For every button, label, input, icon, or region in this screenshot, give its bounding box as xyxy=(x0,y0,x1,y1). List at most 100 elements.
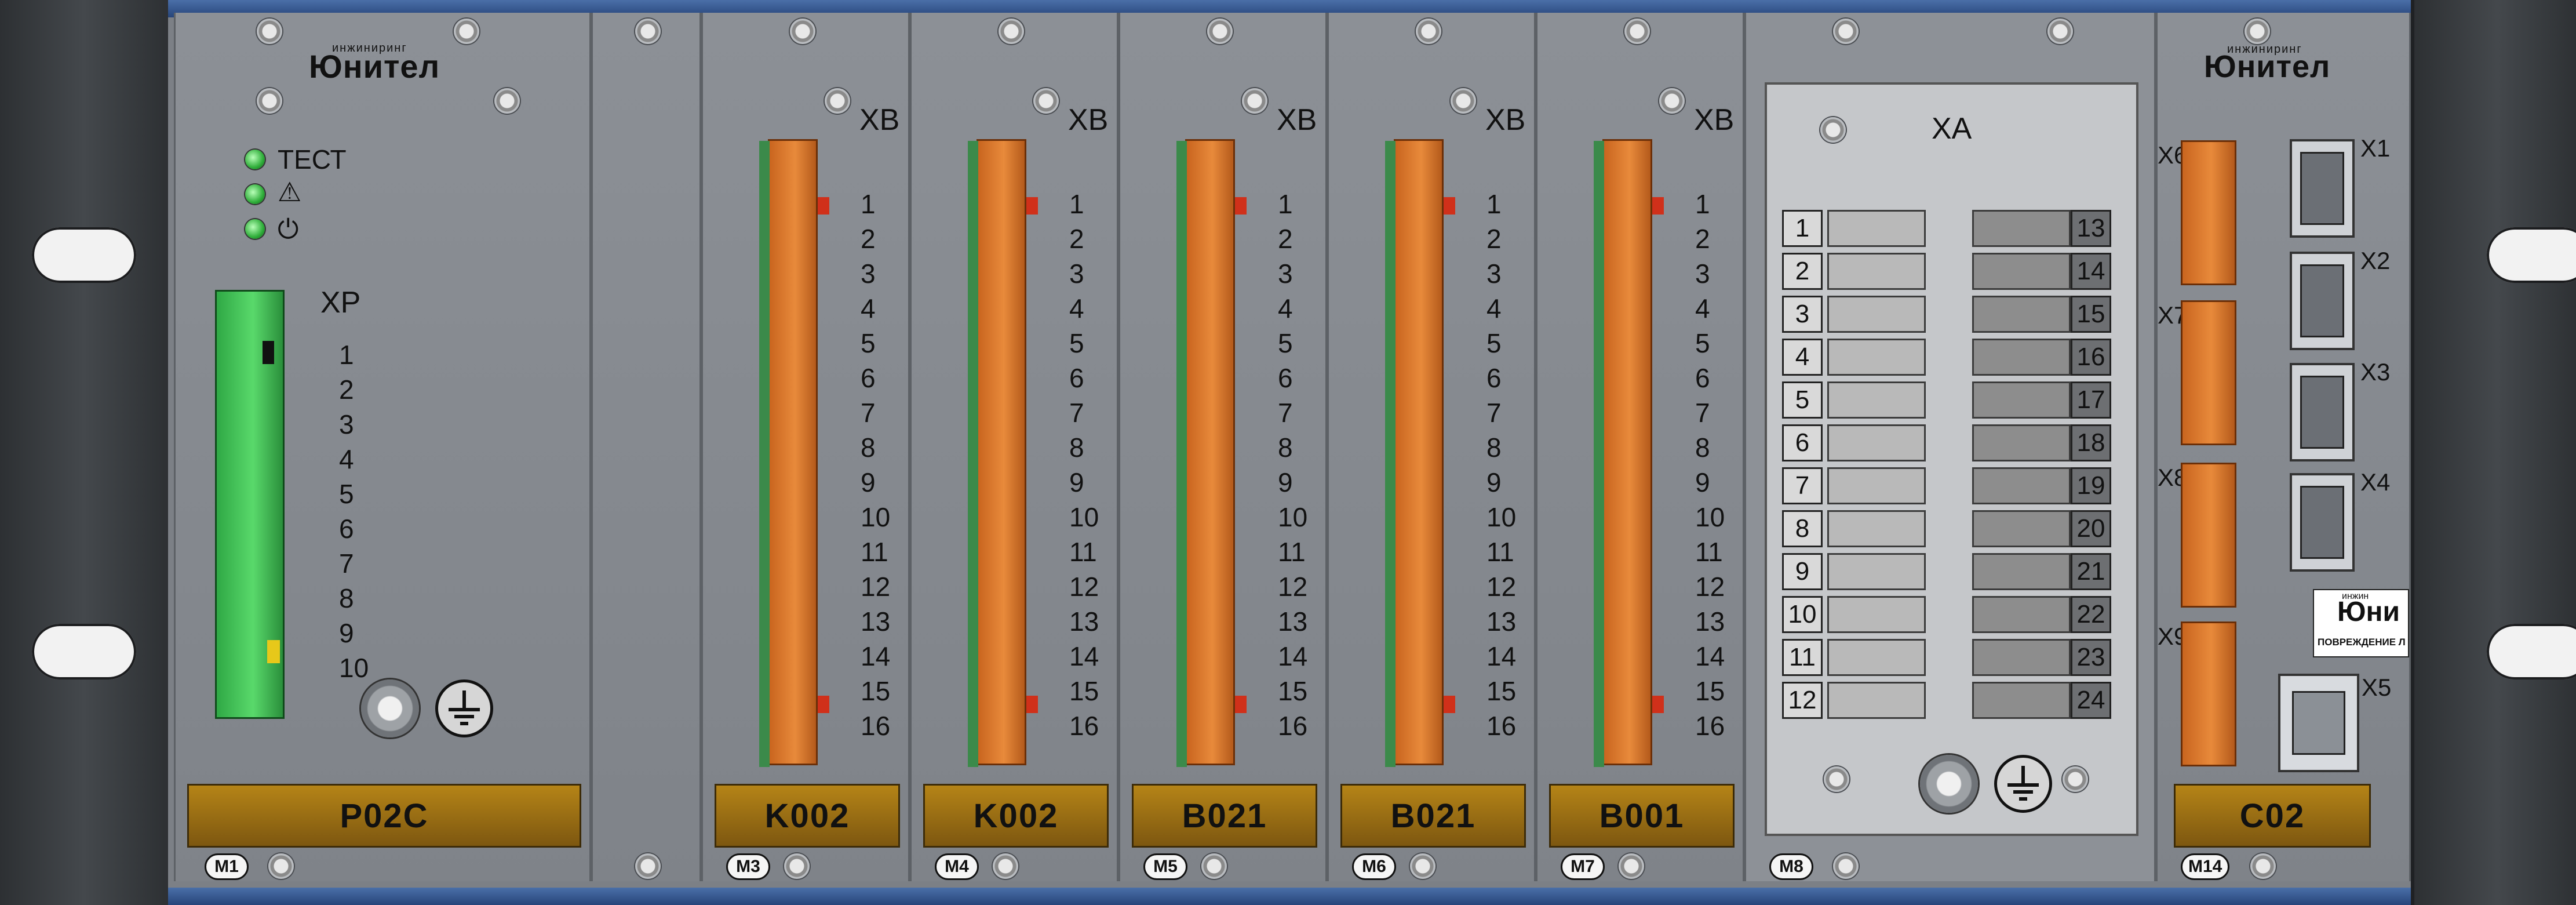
xa-screw-terminal[interactable] xyxy=(1972,553,2071,590)
xa-terminal-number: 4 xyxy=(1782,339,1823,376)
xa-screw-terminal[interactable] xyxy=(1972,253,2071,290)
module-label-m7: B001 xyxy=(1549,784,1735,848)
led-label-test: ТЕСТ xyxy=(278,144,347,175)
screw xyxy=(1201,853,1227,879)
ground-screw[interactable] xyxy=(1920,755,1978,813)
connector-label-xa: XA xyxy=(1932,112,1972,146)
x9-terminal-block[interactable] xyxy=(2181,621,2236,766)
blank-panel xyxy=(591,13,701,881)
xa-screw-terminal[interactable] xyxy=(1827,682,1926,719)
xa-screw-terminal[interactable] xyxy=(1827,424,1926,461)
xa-screw-terminal[interactable] xyxy=(1972,210,2071,247)
module-label-m3: K002 xyxy=(715,784,900,848)
module-label-m1: P02C xyxy=(187,784,581,848)
warning-icon: ⚠ xyxy=(278,177,302,207)
connector-label-xp: XP xyxy=(320,286,361,319)
module-tag-m8: M8 xyxy=(1769,853,1813,880)
xa-screw-terminal[interactable] xyxy=(1972,596,2071,633)
module-m8: XA 1 2 3 4 5 6 7 8 9 10 11 12 13 14 15 1… xyxy=(1744,13,2156,881)
screw xyxy=(1416,19,1441,44)
x6-terminal-block[interactable] xyxy=(2181,140,2236,285)
xa-terminal-number: 11 xyxy=(1782,639,1823,676)
xa-screw-terminal[interactable] xyxy=(1827,639,1926,676)
x8-terminal-block[interactable] xyxy=(2181,463,2236,608)
screw xyxy=(494,88,520,114)
xa-terminal-number: 7 xyxy=(1782,467,1823,504)
xa-screw-terminal[interactable] xyxy=(1827,510,1926,547)
mounting-slot xyxy=(32,624,136,679)
xa-screw-terminal[interactable] xyxy=(1827,553,1926,590)
xb-terminal-block[interactable] xyxy=(1176,139,1235,767)
xa-screw-terminal[interactable] xyxy=(1827,339,1926,376)
terminal-latch xyxy=(1444,696,1455,713)
xa-screw-terminal[interactable] xyxy=(1972,467,2071,504)
ethernet-port-x2[interactable] xyxy=(2290,252,2355,350)
xb-terminal-block[interactable] xyxy=(1385,139,1444,767)
screw xyxy=(1820,117,1846,143)
xa-screw-terminal[interactable] xyxy=(1972,296,2071,333)
screw xyxy=(1033,88,1059,114)
xa-screw-terminal[interactable] xyxy=(1827,596,1926,633)
xa-screw-terminal[interactable] xyxy=(1972,682,2071,719)
xa-terminal-number: 21 xyxy=(2071,553,2111,590)
xa-screw-terminal[interactable] xyxy=(1827,296,1926,333)
module-tag-m5: M5 xyxy=(1143,853,1187,880)
right-mounting-ear xyxy=(2411,0,2576,905)
screw xyxy=(268,853,294,879)
xa-screw-terminal[interactable] xyxy=(1972,339,2071,376)
module-tag-m4: M4 xyxy=(935,853,979,880)
module-m7: XB 1 2 3 4 5 6 7 8 9 10 11 12 13 14 15 16 B001 M7 xyxy=(1536,13,1744,881)
inserted-sticker: инжин Юни ПОВРЕЖДЕНИЕ Л xyxy=(2313,589,2409,657)
ethernet-port-x4[interactable] xyxy=(2290,473,2355,572)
xb-terminal-block[interactable] xyxy=(968,139,1026,767)
screw xyxy=(1410,853,1435,879)
xa-screw-terminal[interactable] xyxy=(1827,467,1926,504)
terminal-latch xyxy=(1444,197,1455,215)
screw xyxy=(1824,766,1849,792)
connector-label-xb: XB xyxy=(1694,103,1735,137)
screw xyxy=(635,19,661,44)
xa-terminal-number: 16 xyxy=(2071,339,2111,376)
xb-pin-numbers: 1 2 3 4 5 6 7 8 9 10 11 12 13 14 15 16 xyxy=(1486,189,1517,741)
xa-screw-terminal[interactable] xyxy=(1972,381,2071,419)
xb-pin-numbers: 1 2 3 4 5 6 7 8 9 10 11 12 13 14 15 16 xyxy=(1278,189,1308,741)
mounting-slot xyxy=(32,227,136,283)
module-m4: XB 1 2 3 4 5 6 7 8 9 10 11 12 13 14 15 16 K002 M4 xyxy=(910,13,1118,881)
ethernet-port-x1[interactable] xyxy=(2290,139,2355,238)
ethernet-port-x3[interactable] xyxy=(2290,363,2355,461)
power-icon: ⏻ xyxy=(278,214,299,244)
screw xyxy=(1451,88,1476,114)
xa-screw-terminal[interactable] xyxy=(1827,253,1926,290)
status-led-power xyxy=(245,219,265,239)
xa-terminal-number: 13 xyxy=(2071,210,2111,247)
module-m1: инжиниринг Юнител ТЕСТ ⚠ ⏻ XP 1234567891… xyxy=(174,13,591,881)
terminal-latch xyxy=(818,197,829,215)
ground-screw[interactable] xyxy=(361,679,419,737)
xa-terminal-number: 18 xyxy=(2071,424,2111,461)
module-m5: XB 1 2 3 4 5 6 7 8 9 10 11 12 13 14 15 16 B021 M5 xyxy=(1118,13,1327,881)
brand-logo: инжиниринг Юнител xyxy=(2204,43,2330,85)
xb-terminal-block[interactable] xyxy=(1594,139,1652,767)
screw xyxy=(784,853,810,879)
xa-screw-terminal[interactable] xyxy=(1972,639,2071,676)
screw xyxy=(1242,88,1267,114)
port-label-x4: X4 xyxy=(2360,468,2391,496)
ground-icon xyxy=(1994,755,2052,813)
usb-port-x5[interactable] xyxy=(2278,674,2359,772)
x7-terminal-block[interactable] xyxy=(2181,300,2236,445)
xa-screw-terminal[interactable] xyxy=(1972,510,2071,547)
relay-rack: инжиниринг Юнител ТЕСТ ⚠ ⏻ XP 1234567891… xyxy=(0,0,2576,905)
xa-screw-terminal[interactable] xyxy=(1827,210,1926,247)
connector-label-xb: XB xyxy=(1485,103,1526,137)
xp-pin-numbers: 1 2 3 4 5 6 7 8 9 10 xyxy=(339,340,369,683)
xb-terminal-block[interactable] xyxy=(759,139,818,767)
module-label-m6: B021 xyxy=(1340,784,1526,848)
brand-logo-sup: инжиниринг xyxy=(332,42,407,54)
sticker-text: ПОВРЕЖДЕНИЕ Л xyxy=(2318,637,2406,648)
screw xyxy=(1659,88,1685,114)
module-m6: XB 1 2 3 4 5 6 7 8 9 10 11 12 13 14 15 16 B021 M6 xyxy=(1327,13,1536,881)
module-tag-m7: M7 xyxy=(1561,853,1605,880)
xa-terminal-number: 23 xyxy=(2071,639,2111,676)
xa-screw-terminal[interactable] xyxy=(1972,424,2071,461)
xa-screw-terminal[interactable] xyxy=(1827,381,1926,419)
